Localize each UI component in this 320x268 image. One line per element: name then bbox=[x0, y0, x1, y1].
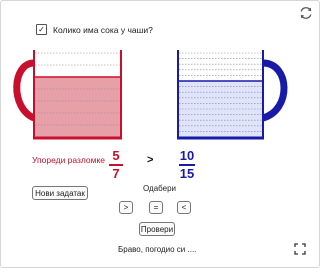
checkbox-icon[interactable]: ✓ bbox=[36, 24, 47, 35]
right-numerator: 10 bbox=[179, 148, 195, 163]
result-message: Браво, погодио си .... bbox=[118, 245, 197, 254]
left-cup-fill bbox=[35, 76, 120, 137]
show-juice-toggle[interactable]: ✓ Колико има сока у чаши? bbox=[36, 24, 153, 35]
comparison-sign: > bbox=[147, 154, 154, 166]
right-denominator: 15 bbox=[179, 165, 195, 181]
greater-button[interactable]: > bbox=[119, 201, 133, 214]
instruction-label: Упореди разломке bbox=[32, 155, 106, 165]
right-cup bbox=[177, 50, 288, 140]
new-task-button[interactable]: Нови задатак bbox=[32, 186, 88, 200]
equal-button[interactable]: = bbox=[149, 201, 163, 214]
check-button[interactable]: Провери bbox=[139, 222, 175, 236]
juice-level bbox=[35, 77, 120, 137]
left-fraction: 5 7 bbox=[109, 149, 123, 181]
left-denominator: 7 bbox=[112, 165, 120, 181]
choose-label: Одабери bbox=[143, 184, 177, 193]
left-cup bbox=[13, 50, 122, 140]
right-fraction: 10 15 bbox=[179, 149, 195, 181]
left-numerator: 5 bbox=[112, 148, 120, 163]
less-button[interactable]: < bbox=[177, 201, 191, 214]
question-label: Колико има сока у чаши? bbox=[53, 24, 153, 35]
fullscreen-icon[interactable] bbox=[294, 243, 306, 255]
reset-icon[interactable] bbox=[298, 5, 314, 21]
